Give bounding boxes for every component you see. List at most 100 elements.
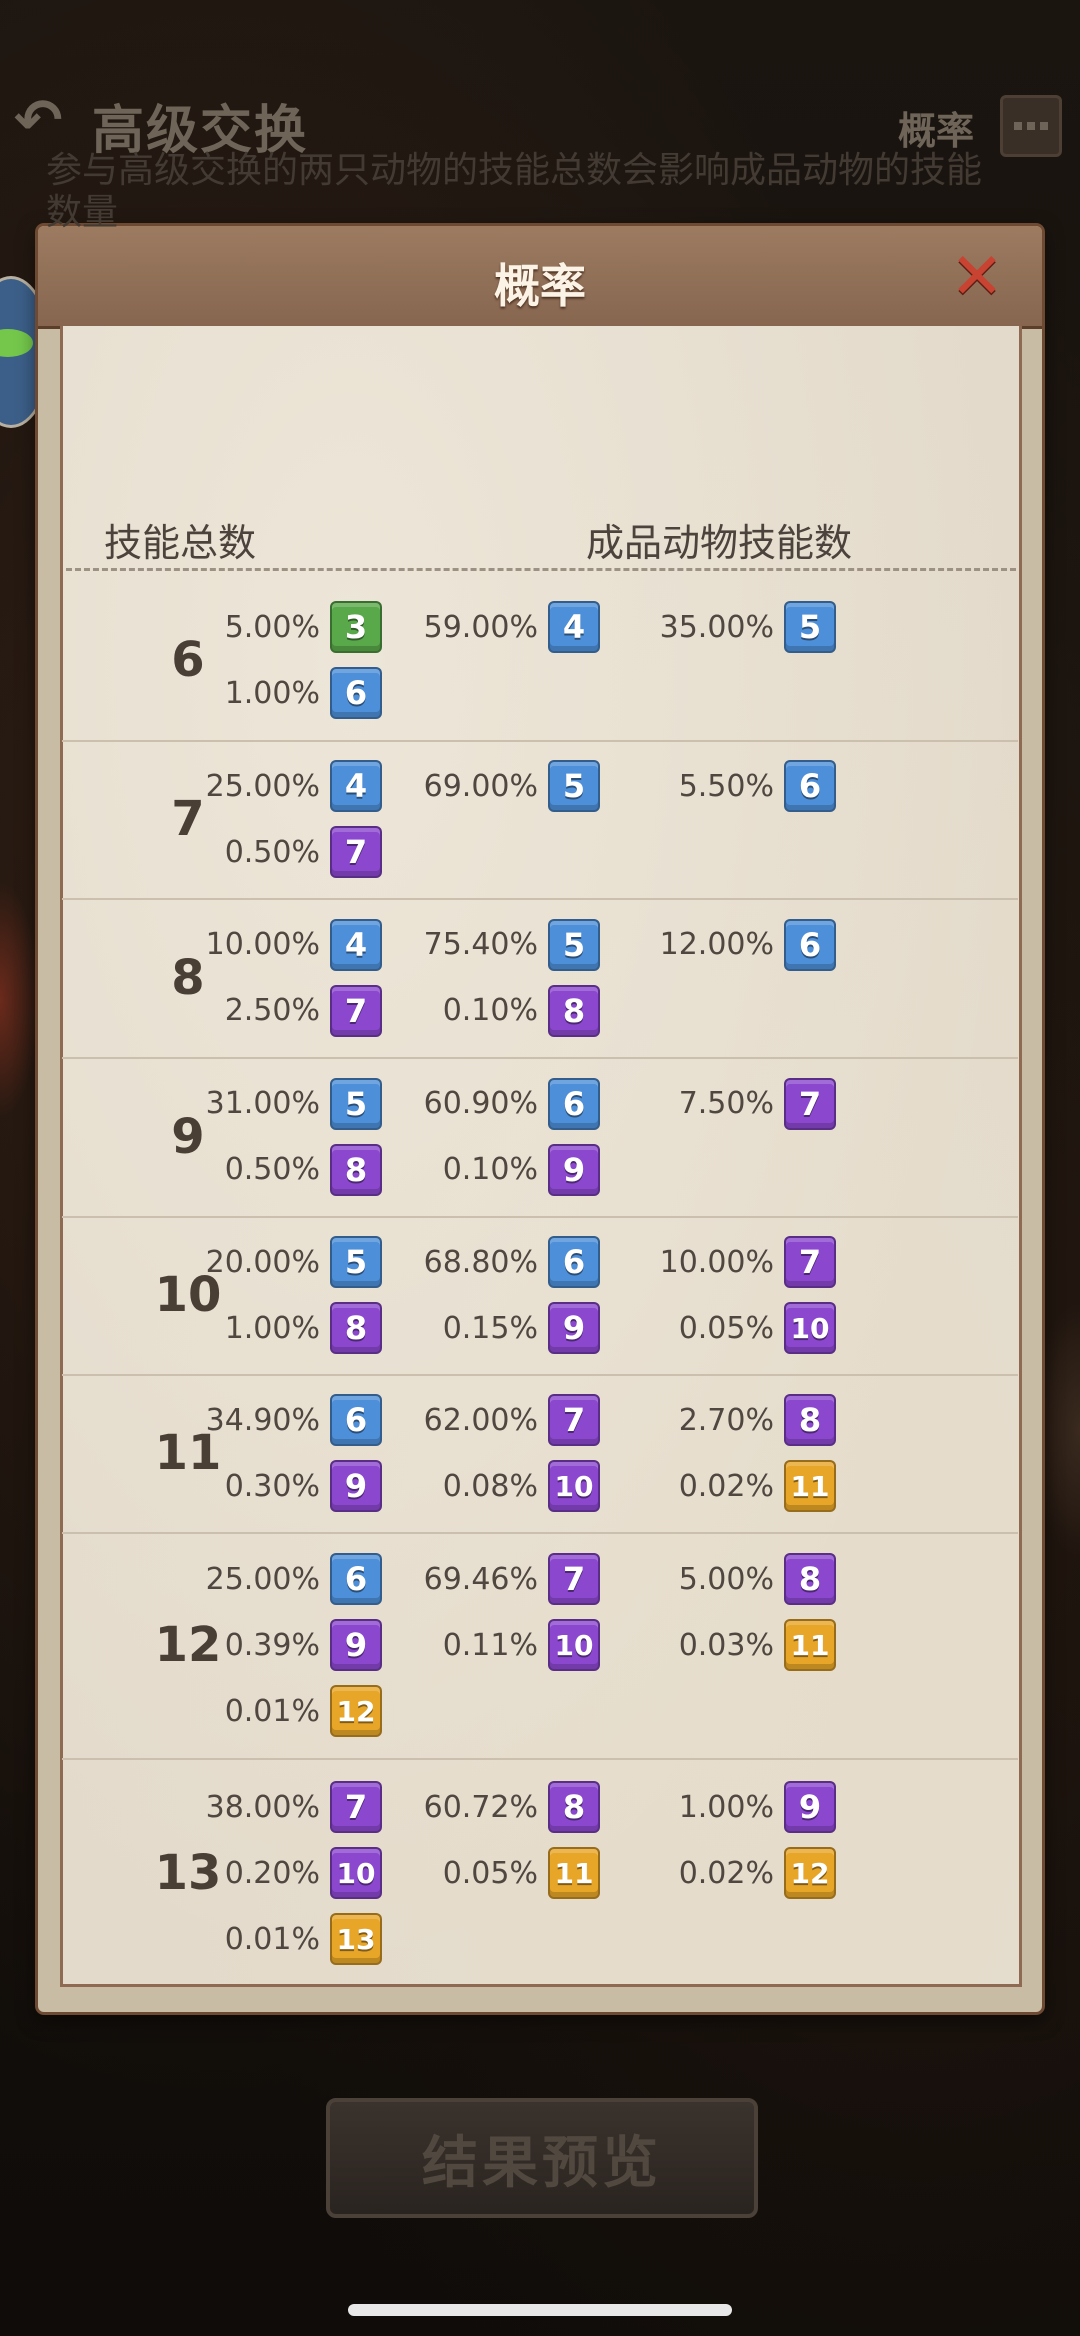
column-header-total: 技能总数 xyxy=(104,521,257,565)
skill-count-badge: 8 xyxy=(330,1302,382,1354)
probability-value: 25.00% xyxy=(205,768,320,804)
skill-count-badge: 12 xyxy=(784,1847,836,1899)
probability-entry: 0.15% 9 xyxy=(388,1301,600,1355)
probability-entry: 1.00% 8 xyxy=(170,1301,382,1355)
more-menu-button[interactable] xyxy=(1000,95,1062,157)
skill-count-badge: 8 xyxy=(330,1143,382,1196)
probability-value: 10.00% xyxy=(659,1244,774,1280)
probability-value: 12.00% xyxy=(659,927,774,962)
probability-entry: 10.00% 7 xyxy=(624,1235,836,1289)
probability-value: 5.00% xyxy=(678,1561,774,1597)
probability-value: 0.50% xyxy=(224,1152,320,1187)
skill-count-badge: 8 xyxy=(548,1781,600,1833)
probability-value: 2.70% xyxy=(678,1402,774,1438)
probability-value: 0.08% xyxy=(442,1468,538,1504)
probability-value: 35.00% xyxy=(659,609,774,645)
probability-value: 0.01% xyxy=(224,1693,320,1729)
probability-entry: 20.00% 5 xyxy=(170,1235,382,1289)
skill-count-badge: 13 xyxy=(330,1913,382,1965)
probability-value: 60.90% xyxy=(423,1086,538,1121)
dialog-title: 概率 xyxy=(494,259,586,313)
close-icon[interactable]: ✕ xyxy=(946,245,1008,310)
skill-count-badge: 5 xyxy=(548,918,600,971)
probability-entry: 38.00% 7 xyxy=(170,1780,382,1834)
probability-link[interactable]: 概率 xyxy=(898,100,974,155)
probability-value: 5.00% xyxy=(224,609,320,645)
probability-value: 2.50% xyxy=(224,993,320,1028)
skill-count-badge: 6 xyxy=(548,1077,600,1130)
probability-entry: 0.10% 8 xyxy=(388,984,600,1038)
dot-icon xyxy=(1014,122,1022,130)
skill-count-badge: 8 xyxy=(784,1553,836,1605)
skill-count-badge: 5 xyxy=(548,760,600,812)
probability-value: 75.40% xyxy=(423,927,538,962)
probability-entry: 59.00% 4 xyxy=(388,600,600,654)
dot-icon xyxy=(1040,122,1048,130)
probability-entry: 0.02% 12 xyxy=(624,1846,836,1900)
skill-count-badge: 6 xyxy=(330,1553,382,1605)
skill-count-badge: 7 xyxy=(784,1236,836,1288)
skill-count-badge: 7 xyxy=(784,1077,836,1130)
probability-value: 31.00% xyxy=(205,1086,320,1121)
skill-count-badge: 6 xyxy=(330,1394,382,1446)
probability-value: 0.30% xyxy=(224,1468,320,1504)
probability-entry: 0.50% 8 xyxy=(170,1143,382,1197)
skill-count-badge: 10 xyxy=(548,1460,600,1512)
probability-value: 0.11% xyxy=(442,1627,538,1663)
skill-count-badge: 5 xyxy=(330,1236,382,1288)
probability-value: 10.00% xyxy=(205,927,320,962)
background-decoration xyxy=(0,880,40,1120)
skill-count-badge: 9 xyxy=(784,1781,836,1833)
skill-count-badge: 7 xyxy=(548,1394,600,1446)
row-divider xyxy=(62,1758,1018,1760)
dot-icon xyxy=(1027,122,1035,130)
probability-value: 62.00% xyxy=(423,1402,538,1438)
probability-value: 0.20% xyxy=(224,1855,320,1891)
skill-count-badge: 10 xyxy=(330,1847,382,1899)
probability-value: 0.02% xyxy=(678,1468,774,1504)
probability-entry: 5.00% 8 xyxy=(624,1552,836,1606)
skill-count-badge: 4 xyxy=(330,760,382,812)
skill-count-badge: 11 xyxy=(548,1847,600,1899)
probability-entry: 75.40% 5 xyxy=(388,918,600,972)
row-divider xyxy=(62,1216,1018,1218)
probability-value: 0.50% xyxy=(224,834,320,870)
probability-value: 0.05% xyxy=(442,1855,538,1891)
probability-value: 59.00% xyxy=(423,609,538,645)
probability-entry: 7.50% 7 xyxy=(624,1077,836,1131)
probability-entry: 1.00% 6 xyxy=(170,666,382,720)
result-preview-button[interactable]: 结果预览 xyxy=(326,2098,758,2218)
probability-entry: 0.30% 9 xyxy=(170,1459,382,1513)
probability-entry: 35.00% 5 xyxy=(624,600,836,654)
probability-value: 25.00% xyxy=(205,1561,320,1597)
probability-value: 0.02% xyxy=(678,1855,774,1891)
probability-value: 1.00% xyxy=(678,1789,774,1825)
probability-entry: 0.02% 11 xyxy=(624,1459,836,1513)
probability-value: 60.72% xyxy=(423,1789,538,1825)
probability-entry: 68.80% 6 xyxy=(388,1235,600,1289)
probability-entry: 62.00% 7 xyxy=(388,1393,600,1447)
probability-entry: 5.50% 6 xyxy=(624,759,836,813)
probability-entry: 0.05% 10 xyxy=(624,1301,836,1355)
skill-count-badge: 12 xyxy=(330,1685,382,1737)
skill-count-badge: 7 xyxy=(548,1553,600,1605)
home-indicator xyxy=(348,2304,732,2316)
probability-entry: 34.90% 6 xyxy=(170,1393,382,1447)
probability-entry: 31.00% 5 xyxy=(170,1077,382,1131)
probability-value: 69.46% xyxy=(423,1561,538,1597)
skill-count-badge: 9 xyxy=(330,1460,382,1512)
skill-count-badge: 10 xyxy=(784,1302,836,1354)
probability-entry: 1.00% 9 xyxy=(624,1780,836,1834)
probability-entry: 25.00% 4 xyxy=(170,759,382,813)
probability-value: 38.00% xyxy=(205,1789,320,1825)
probability-value: 0.03% xyxy=(678,1627,774,1663)
probability-value: 0.15% xyxy=(442,1310,538,1346)
probability-entry: 0.05% 11 xyxy=(388,1846,600,1900)
probability-entry: 69.46% 7 xyxy=(388,1552,600,1606)
probability-entry: 0.10% 9 xyxy=(388,1143,600,1197)
probability-entry: 2.70% 8 xyxy=(624,1393,836,1447)
back-arrow-icon[interactable]: ↶ xyxy=(14,90,74,150)
dialog-description: 参与高级交换的两只动物的技能总数会影响成品动物的技能数量 xyxy=(46,150,983,233)
probability-entry: 69.00% 5 xyxy=(388,759,600,813)
skill-count-badge: 5 xyxy=(784,601,836,653)
